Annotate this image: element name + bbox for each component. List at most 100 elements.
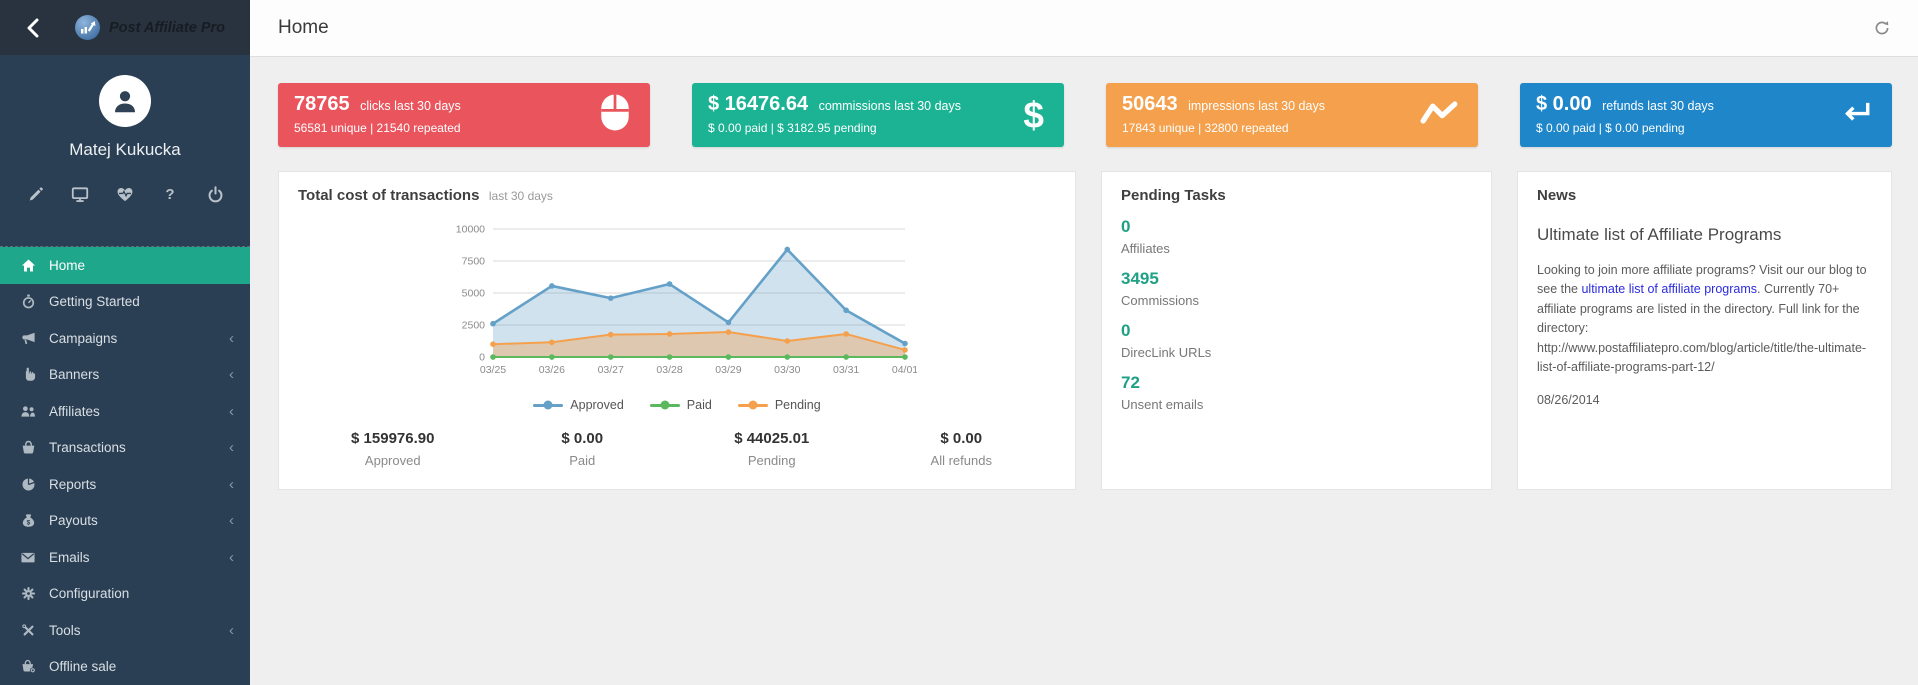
- sidebar-item-label: Offline sale: [49, 659, 116, 674]
- task-commissions: 3495 Commissions: [1121, 269, 1472, 308]
- chart-line-icon: [1420, 100, 1458, 131]
- svg-text:03/27: 03/27: [598, 364, 624, 376]
- legend-item-pending[interactable]: Pending: [738, 398, 821, 412]
- sidebar-item-emails[interactable]: Emails ‹: [0, 539, 250, 576]
- commissions-card[interactable]: $ 16476.64 commissions last 30 days $ 0.…: [692, 83, 1064, 147]
- sidebar-item-payouts[interactable]: $ Payouts ‹: [0, 503, 250, 540]
- sidebar-item-offline-sale[interactable]: Offline sale: [0, 649, 250, 685]
- basket-icon: [18, 440, 38, 455]
- brand-logo[interactable]: Post Affiliate Pro: [74, 14, 225, 41]
- page-title: Home: [278, 17, 329, 39]
- panels-row: Total cost of transactions last 30 days …: [278, 171, 1892, 490]
- svg-text:03/26: 03/26: [539, 364, 565, 376]
- sidebar-item-label: Campaigns: [49, 331, 117, 346]
- sidebar-item-configuration[interactable]: Configuration: [0, 576, 250, 613]
- back-chevron-icon: [26, 18, 40, 38]
- user-profile: Matej Kukucka: [0, 55, 250, 160]
- legend-item-approved[interactable]: Approved: [533, 398, 624, 412]
- sidebar: Post Affiliate Pro Matej Kukucka ?: [0, 0, 250, 685]
- clicks-card[interactable]: 78765 clicks last 30 days 56581 unique |…: [278, 83, 650, 147]
- news-article-link[interactable]: ultimate list of affiliate programs: [1581, 282, 1757, 296]
- svg-text:$: $: [26, 520, 30, 527]
- heartbeat-icon[interactable]: [114, 184, 136, 204]
- clicks-label: clicks last 30 days: [360, 99, 461, 113]
- svg-text:04/01: 04/01: [892, 364, 917, 376]
- svg-text:0: 0: [479, 352, 485, 364]
- sidebar-menu: Home Getting Started Campaigns ‹ Banner: [0, 246, 250, 685]
- news-date: 08/26/2014: [1537, 393, 1872, 407]
- post-affiliate-pro-logo-icon: [74, 14, 101, 41]
- pencil-icon[interactable]: [24, 184, 46, 204]
- sidebar-item-transactions[interactable]: Transactions ‹: [0, 430, 250, 467]
- commissions-value: $ 16476.64: [708, 93, 808, 115]
- svg-text:03/29: 03/29: [715, 364, 741, 376]
- sidebar-item-banners[interactable]: Banners ‹: [0, 357, 250, 394]
- summary-pending: $ 44025.01 Pending: [677, 430, 867, 468]
- sidebar-item-label: Tools: [49, 623, 81, 638]
- topbar: Home: [250, 0, 1918, 57]
- transactions-panel-header: Total cost of transactions last 30 days: [298, 187, 1056, 205]
- megaphone-icon: [18, 331, 38, 346]
- chevron-left-icon: ‹: [229, 550, 234, 565]
- sidebar-item-campaigns[interactable]: Campaigns ‹: [0, 320, 250, 357]
- hand-pointer-icon: [18, 367, 38, 382]
- sidebar-item-tools[interactable]: Tools ‹: [0, 612, 250, 649]
- transactions-panel-title: Total cost of transactions: [298, 187, 479, 204]
- pie-chart-icon: [18, 477, 38, 492]
- impressions-sub: 17843 unique | 32800 repeated: [1122, 121, 1462, 135]
- summary-all-refunds: $ 0.00 All refunds: [867, 430, 1057, 468]
- person-icon: [110, 86, 140, 116]
- legend-item-paid[interactable]: Paid: [650, 398, 712, 412]
- refresh-button[interactable]: [1874, 20, 1890, 36]
- quick-actions: ?: [0, 184, 250, 204]
- sidebar-item-reports[interactable]: Reports ‹: [0, 466, 250, 503]
- svg-text:03/31: 03/31: [833, 364, 859, 376]
- chevron-left-icon: ‹: [229, 404, 234, 419]
- chart-legend: Approved Paid Pending: [533, 398, 820, 412]
- news-title: News: [1537, 187, 1872, 204]
- impressions-card[interactable]: 50643 impressions last 30 days 17843 uni…: [1106, 83, 1478, 147]
- impressions-value: 50643: [1122, 93, 1178, 115]
- commissions-sub: $ 0.00 paid | $ 3182.95 pending: [708, 121, 1048, 135]
- sidebar-header: Post Affiliate Pro: [0, 0, 250, 55]
- svg-text:7500: 7500: [462, 256, 486, 268]
- chevron-left-icon: ‹: [229, 513, 234, 528]
- power-icon[interactable]: [204, 184, 226, 204]
- svg-text:03/25: 03/25: [480, 364, 506, 376]
- monitor-icon[interactable]: [69, 184, 91, 204]
- transactions-chart: 02500500075001000003/2503/2603/2703/2803…: [437, 219, 917, 396]
- help-icon[interactable]: ?: [159, 184, 181, 204]
- chevron-left-icon: ‹: [229, 367, 234, 382]
- news-panel: News Ultimate list of Affiliate Programs…: [1517, 171, 1892, 490]
- sidebar-item-label: Payouts: [49, 513, 98, 528]
- clicks-value: 78765: [294, 93, 350, 115]
- avatar[interactable]: [99, 75, 151, 127]
- summary-approved: $ 159976.90 Approved: [298, 430, 488, 468]
- svg-text:03/28: 03/28: [656, 364, 682, 376]
- refunds-value: $ 0.00: [1536, 93, 1592, 115]
- stat-cards-row: 78765 clicks last 30 days 56581 unique |…: [278, 83, 1892, 147]
- refresh-icon: [1874, 20, 1890, 36]
- commissions-label: commissions last 30 days: [819, 99, 961, 113]
- app-root: Post Affiliate Pro Matej Kukucka ?: [0, 0, 1918, 685]
- sidebar-item-getting-started[interactable]: Getting Started: [0, 284, 250, 321]
- sidebar-item-label: Configuration: [49, 586, 129, 601]
- chevron-left-icon: ‹: [229, 440, 234, 455]
- impressions-label: impressions last 30 days: [1188, 99, 1325, 113]
- sidebar-item-home[interactable]: Home: [0, 247, 250, 284]
- sidebar-item-label: Getting Started: [49, 294, 140, 309]
- tools-icon: [18, 623, 38, 638]
- chevron-left-icon: ‹: [229, 477, 234, 492]
- collapse-sidebar-button[interactable]: [18, 13, 48, 43]
- sidebar-item-affiliates[interactable]: Affiliates ‹: [0, 393, 250, 430]
- chart-summary-row: $ 159976.90 Approved $ 0.00 Paid $ 44025…: [298, 430, 1056, 474]
- chevron-left-icon: ‹: [229, 623, 234, 638]
- svg-text:2500: 2500: [462, 320, 486, 332]
- refunds-card[interactable]: $ 0.00 refunds last 30 days $ 0.00 paid …: [1520, 83, 1892, 147]
- mouse-icon: [600, 94, 630, 137]
- svg-text:03/30: 03/30: [774, 364, 800, 376]
- legend-marker: [650, 404, 680, 407]
- pending-tasks-panel: Pending Tasks 0 Affiliates 3495 Commissi…: [1101, 171, 1492, 490]
- news-body: Looking to join more affiliate programs?…: [1537, 261, 1872, 377]
- sidebar-item-label: Affiliates: [49, 404, 100, 419]
